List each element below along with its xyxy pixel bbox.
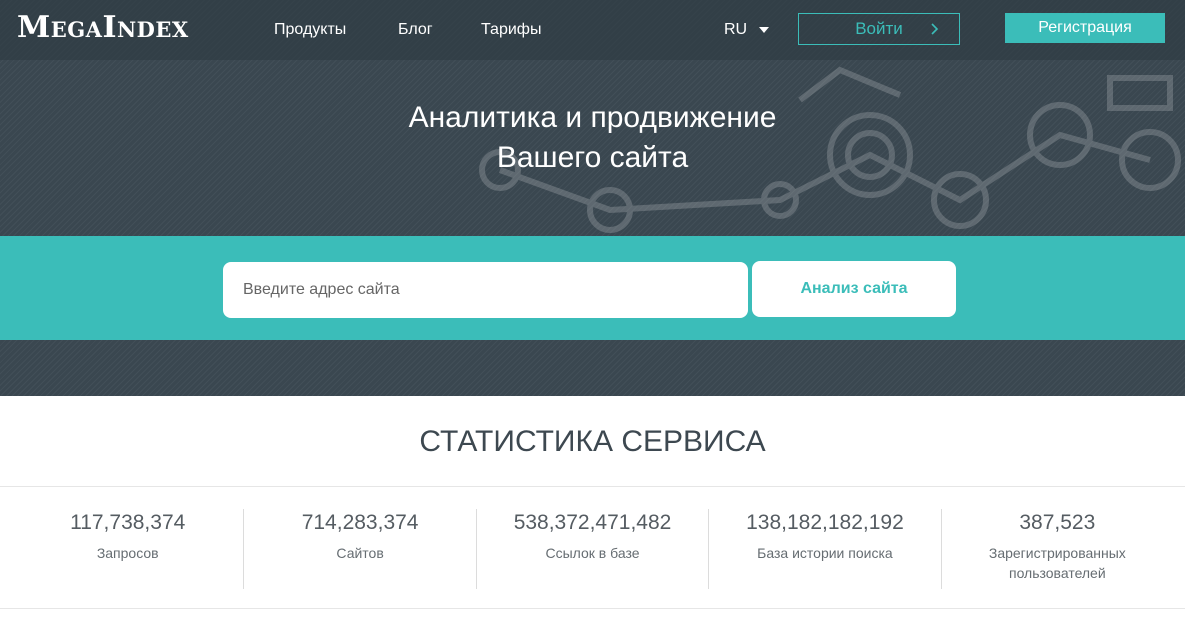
- analyze-site-button[interactable]: Анализ сайта: [752, 261, 956, 317]
- header-bar: MegaIndex Продукты Блог Тарифы RU Войти …: [0, 0, 1185, 60]
- stat-links: 538,372,471,482 Ссылок в базе: [475, 509, 708, 589]
- stat-sites: 714,283,374 Сайтов: [243, 509, 475, 589]
- headline-line-1: Аналитика и продвижение: [408, 101, 777, 134]
- stat-search-history: 138,182,182,192 База истории поиска: [708, 509, 940, 589]
- login-button[interactable]: Войти: [798, 13, 960, 45]
- headline-line-2: Вашего сайта: [496, 141, 689, 174]
- stat-value: 714,283,374: [301, 511, 419, 534]
- stat-value: 138,182,182,192: [746, 511, 904, 534]
- stat-label: Запросов: [96, 545, 159, 561]
- caret-down-icon: [759, 27, 770, 33]
- megaindex-logo[interactable]: MegaIndex: [17, 11, 189, 45]
- stat-label: Зарегистрированных пользователей: [988, 545, 1126, 581]
- search-band: Анализ сайта: [0, 236, 1185, 340]
- stat-value: 117,738,374: [70, 511, 186, 534]
- language-selector[interactable]: RU: [724, 20, 770, 40]
- language-label: RU: [724, 21, 748, 38]
- nav-tariffs[interactable]: Тарифы: [481, 20, 541, 40]
- stat-value: 387,523: [1019, 511, 1096, 534]
- stats-row: 117,738,374 Запросов 714,283,374 Сайтов …: [12, 509, 1173, 589]
- stat-registered-users: 387,523 Зарегистрированных пользователей: [940, 509, 1173, 589]
- nav-blog[interactable]: Блог: [398, 20, 433, 40]
- nav-products[interactable]: Продукты: [274, 20, 346, 40]
- stat-queries: 117,738,374 Запросов: [12, 509, 243, 589]
- login-label: Войти: [855, 19, 903, 38]
- site-address-input[interactable]: [223, 262, 748, 318]
- stats-title: СТАТИСТИКА СЕРВИСА: [419, 425, 766, 458]
- stat-label: Сайтов: [336, 545, 384, 561]
- stat-value: 538,372,471,482: [513, 511, 672, 534]
- stats-divider-bottom: [0, 608, 1185, 609]
- stats-divider-top: [0, 486, 1185, 487]
- hero-headline: Аналитика и продвижение Вашего сайта: [0, 98, 1185, 178]
- chevron-right-icon: [931, 23, 939, 35]
- signup-button[interactable]: Регистрация: [1005, 13, 1165, 43]
- stat-label: Ссылок в базе: [545, 545, 640, 561]
- stat-label: База истории поиска: [757, 545, 893, 561]
